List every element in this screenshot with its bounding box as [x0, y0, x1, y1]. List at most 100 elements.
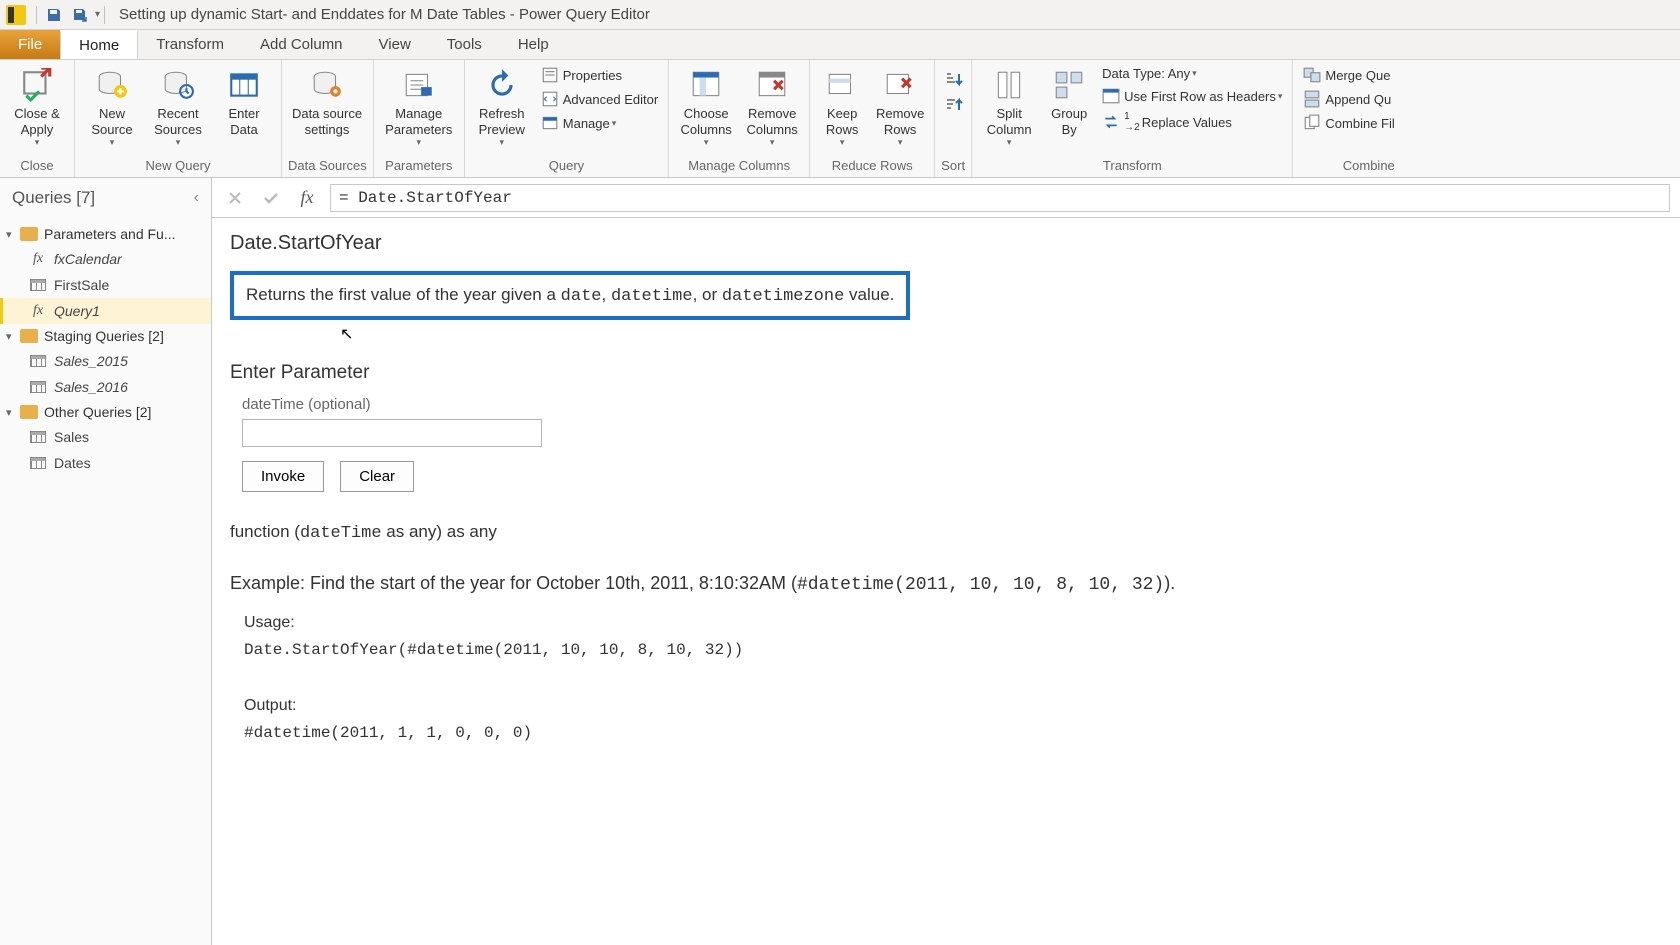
- tab-transform[interactable]: Transform: [138, 30, 242, 59]
- desc-sep2: , or: [693, 285, 722, 304]
- param-label: dateTime (optional): [242, 396, 1662, 413]
- data-type-button[interactable]: Data Type: Any ▾: [1098, 64, 1286, 83]
- tree-item-sales-label: Sales: [54, 429, 89, 445]
- menu-tabs: File Home Transform Add Column View Tool…: [0, 30, 1680, 60]
- ribbon-group-transform: Split Column ▾ Group By Data Type: Any ▾…: [972, 60, 1293, 177]
- ribbon-group-reduce-rows-label: Reduce Rows: [816, 156, 928, 177]
- keep-rows-button[interactable]: Keep Rows ▾: [816, 64, 868, 148]
- window-title: Setting up dynamic Start- and Enddates f…: [119, 6, 650, 23]
- tree-group-parameters[interactable]: ▾ Parameters and Fu...: [0, 222, 211, 246]
- clear-button[interactable]: Clear: [340, 461, 414, 492]
- queries-header: Queries [7] ‹: [0, 178, 211, 218]
- first-row-headers-button[interactable]: Use First Row as Headers ▾: [1098, 85, 1286, 107]
- ribbon-group-parameters-label: Parameters: [380, 156, 458, 177]
- merge-queries-icon: [1303, 66, 1321, 84]
- remove-rows-label: Remove Rows: [876, 106, 924, 137]
- ribbon-group-manage-columns: Choose Columns ▾ Remove Columns ▾ Manage…: [669, 60, 810, 177]
- tree-group-other-label: Other Queries [2]: [44, 404, 151, 420]
- collapse-sidebar-icon[interactable]: ‹: [194, 189, 199, 207]
- formula-fx-icon[interactable]: fx: [294, 185, 320, 211]
- tree-item-sales2015[interactable]: Sales_2015: [0, 348, 211, 374]
- invoke-button[interactable]: Invoke: [242, 461, 324, 492]
- table-icon: [28, 355, 48, 367]
- tree-item-sales2016[interactable]: Sales_2016: [0, 374, 211, 400]
- tree-group-other[interactable]: ▾ Other Queries [2]: [0, 400, 211, 424]
- desc-type-datetimezone: datetimezone: [722, 287, 844, 306]
- append-queries-label: Append Qu: [1325, 92, 1391, 107]
- dropdown-caret-icon: ▾: [898, 137, 903, 148]
- remove-columns-label: Remove Columns: [747, 106, 798, 137]
- manage-parameters-label: Manage Parameters: [385, 106, 452, 137]
- example-pre: Example: Find the start of the year for …: [230, 573, 797, 593]
- tree-group-staging[interactable]: ▾ Staging Queries [2]: [0, 324, 211, 348]
- dropdown-caret-icon: ▾: [1192, 68, 1197, 79]
- tab-home[interactable]: Home: [60, 30, 138, 59]
- save-as-icon[interactable]: [69, 4, 91, 26]
- new-source-button[interactable]: New Source ▾: [81, 64, 143, 148]
- ribbon-group-transform-label: Transform: [978, 156, 1286, 177]
- enter-data-label: Enter Data: [228, 106, 259, 137]
- formula-input[interactable]: [330, 184, 1670, 212]
- tree-item-dates-label: Dates: [54, 455, 91, 471]
- desc-text-pre: Returns the first value of the year give…: [246, 285, 561, 304]
- tree-item-sales[interactable]: Sales: [0, 424, 211, 450]
- manage-button[interactable]: Manage ▾: [537, 112, 662, 134]
- combine-files-button[interactable]: Combine Fil: [1299, 112, 1398, 134]
- example-body: Usage: Date.StartOfYear(#datetime(2011, …: [244, 609, 1662, 747]
- advanced-editor-button[interactable]: Advanced Editor: [537, 88, 662, 110]
- dropdown-caret-icon: ▾: [1007, 137, 1012, 148]
- tab-add-column[interactable]: Add Column: [242, 30, 361, 59]
- example-title: Example: Find the start of the year for …: [230, 573, 1662, 595]
- ribbon-group-sort: Sort: [935, 60, 972, 177]
- properties-button[interactable]: Properties: [537, 64, 662, 86]
- remove-rows-button[interactable]: Remove Rows ▾: [872, 64, 928, 148]
- group-by-button[interactable]: Group By: [1044, 64, 1094, 137]
- dropdown-caret-icon: ▾: [110, 137, 115, 148]
- title-bar: ▾ Setting up dynamic Start- and Enddates…: [0, 0, 1680, 30]
- replace-values-button[interactable]: 1→2 Replace Values: [1098, 109, 1286, 135]
- refresh-preview-button[interactable]: Refresh Preview ▾: [471, 64, 533, 148]
- tree-item-dates[interactable]: Dates: [0, 450, 211, 476]
- dropdown-caret-icon: ▾: [417, 137, 422, 148]
- tree-item-fxcalendar[interactable]: fx fxCalendar: [0, 246, 211, 272]
- dropdown-caret-icon: ▾: [1278, 91, 1283, 102]
- data-source-settings-button[interactable]: Data source settings: [288, 64, 366, 137]
- sig-post: as any) as any: [382, 522, 497, 541]
- ribbon-group-combine-label: Combine: [1299, 156, 1398, 177]
- remove-columns-button[interactable]: Remove Columns ▾: [741, 64, 803, 148]
- ribbon-group-close-label: Close: [6, 156, 68, 177]
- tab-tools[interactable]: Tools: [429, 30, 500, 59]
- ribbon-group-reduce-rows: Keep Rows ▾ Remove Rows ▾ Reduce Rows: [810, 60, 935, 177]
- append-queries-button[interactable]: Append Qu: [1299, 88, 1398, 110]
- ribbon-group-query: Refresh Preview ▾ Properties Advanced Ed…: [465, 60, 669, 177]
- tab-file[interactable]: File: [0, 30, 60, 59]
- ribbon-group-new-query-label: New Query: [81, 156, 275, 177]
- enter-parameter-heading: Enter Parameter: [230, 362, 1662, 384]
- combine-files-label: Combine Fil: [1325, 116, 1394, 131]
- formula-cancel-icon[interactable]: [222, 185, 248, 211]
- sort-asc-button[interactable]: [941, 68, 965, 92]
- close-apply-label: Close & Apply: [14, 106, 60, 137]
- save-icon[interactable]: [43, 4, 65, 26]
- merge-queries-button[interactable]: Merge Que: [1299, 64, 1398, 86]
- formula-accept-icon[interactable]: [258, 185, 284, 211]
- manage-parameters-button[interactable]: Manage Parameters ▾: [380, 64, 458, 148]
- sort-desc-button[interactable]: [941, 94, 965, 118]
- recent-sources-button[interactable]: Recent Sources ▾: [147, 64, 209, 148]
- qat-customize-icon[interactable]: ▾: [95, 9, 100, 20]
- close-apply-button[interactable]: Close & Apply ▾: [6, 64, 68, 148]
- tab-help[interactable]: Help: [500, 30, 567, 59]
- tree-item-firstsale[interactable]: FirstSale: [0, 272, 211, 298]
- tree-item-query1[interactable]: fx Query1: [0, 298, 211, 324]
- param-input-datetime[interactable]: [242, 419, 542, 447]
- tree-item-sales2016-label: Sales_2016: [54, 379, 128, 395]
- choose-columns-button[interactable]: Choose Columns ▾: [675, 64, 737, 148]
- table-icon: [28, 381, 48, 393]
- desc-type-datetime: datetime: [611, 287, 693, 306]
- split-column-button[interactable]: Split Column ▾: [978, 64, 1040, 148]
- ribbon-group-data-sources: Data source settings Data Sources: [282, 60, 374, 177]
- tab-view[interactable]: View: [361, 30, 429, 59]
- cursor-icon: ↖: [340, 324, 1680, 344]
- new-source-label: New Source: [91, 106, 132, 137]
- enter-data-button[interactable]: Enter Data: [213, 64, 275, 137]
